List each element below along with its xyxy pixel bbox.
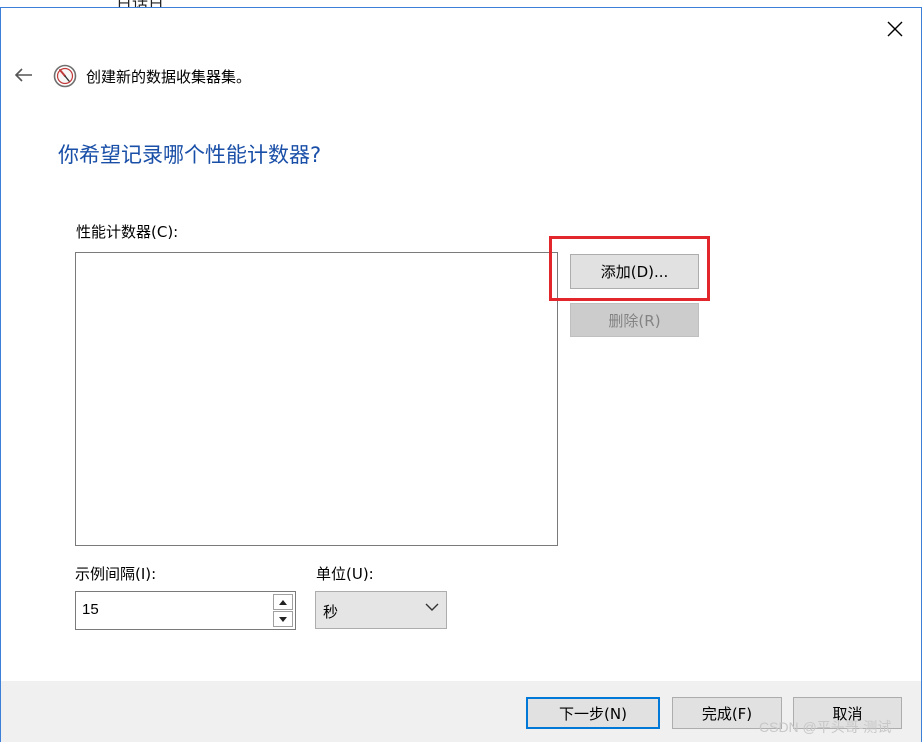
unit-label: 单位(U): xyxy=(316,565,374,583)
interval-value[interactable]: 15 xyxy=(82,601,99,618)
add-counter-button[interactable]: 添加(D)... xyxy=(570,254,699,289)
chevron-down-icon xyxy=(425,603,439,611)
wizard-title: 创建新的数据收集器集。 xyxy=(86,68,252,86)
counters-label: 性能计数器(C): xyxy=(76,223,179,241)
spin-down-button[interactable] xyxy=(273,611,293,627)
delete-counter-button[interactable]: 删除(R) xyxy=(570,303,699,337)
interval-stepper[interactable]: 15 xyxy=(75,591,296,630)
unit-selected-value: 秒 xyxy=(323,603,339,621)
page-heading: 你希望记录哪个性能计数器? xyxy=(58,143,322,167)
spin-down-icon xyxy=(279,616,287,622)
back-arrow-icon xyxy=(14,68,32,82)
performance-monitor-icon xyxy=(53,64,77,88)
watermark: CSDN @平头哥-测试 xyxy=(759,719,892,735)
next-button[interactable]: 下一步(N) xyxy=(526,697,660,729)
close-icon xyxy=(887,21,903,37)
back-button[interactable] xyxy=(8,60,38,90)
unit-dropdown[interactable]: 秒 xyxy=(315,591,447,629)
spin-up-icon xyxy=(279,599,287,605)
close-button[interactable] xyxy=(872,14,918,44)
interval-label: 示例间隔(I): xyxy=(75,565,157,583)
spin-up-button[interactable] xyxy=(273,594,293,610)
counters-list[interactable] xyxy=(75,252,558,546)
